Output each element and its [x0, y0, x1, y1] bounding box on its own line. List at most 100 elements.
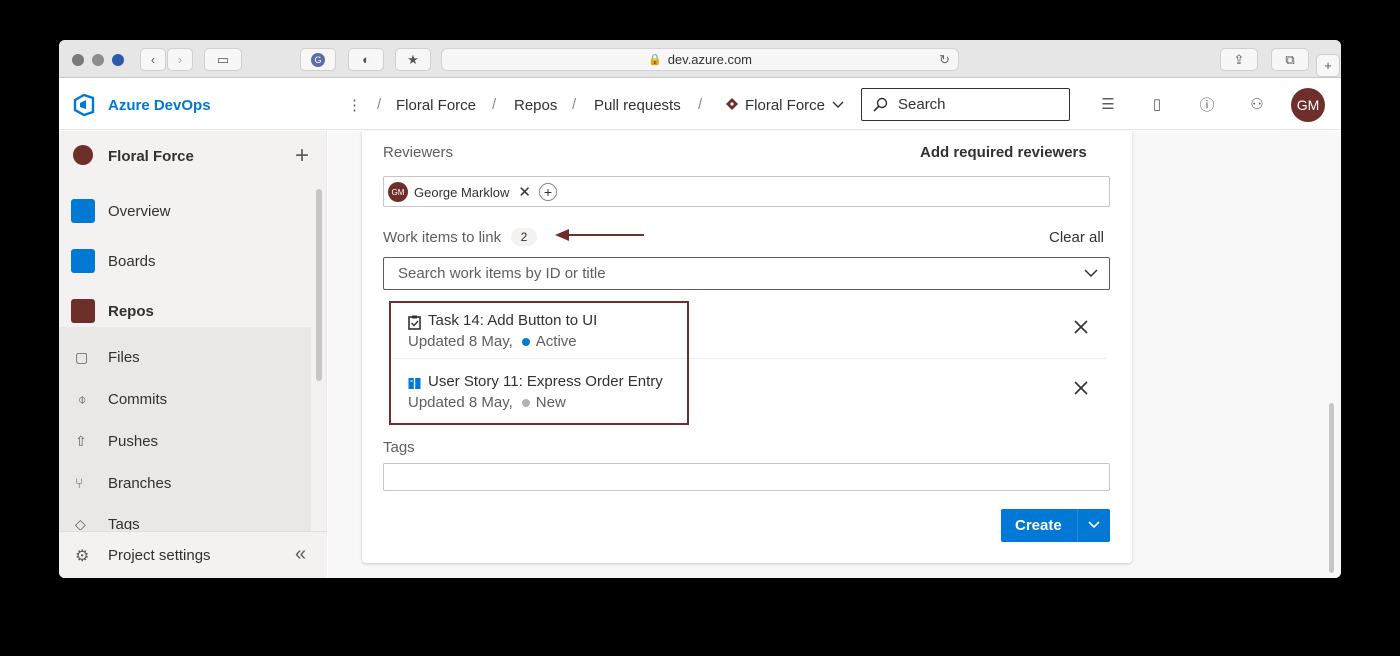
sidebar-item-files[interactable]: ▢ Files [59, 336, 311, 378]
search-icon [873, 97, 888, 112]
create-split-divider [1077, 509, 1078, 542]
sidebar-item-tags[interactable]: ◇ Tags [59, 504, 311, 530]
collapse-sidebar-icon[interactable]: « [295, 543, 306, 566]
address-bar[interactable]: 🔒 dev.azure.com ↻ [441, 48, 959, 71]
chevron-down-icon[interactable] [1083, 265, 1099, 281]
share-icon[interactable]: ⇪ [1220, 48, 1258, 71]
breadcrumb-separator: / [698, 96, 703, 113]
azure-devops-logo-icon[interactable] [73, 94, 95, 116]
tabs-icon[interactable]: ⧉ [1271, 48, 1309, 71]
forward-icon[interactable]: › [167, 48, 193, 71]
sidebar-item-label: Branches [108, 474, 172, 492]
pushes-icon: ⇧ [75, 432, 87, 449]
sidebar-item-pushes[interactable]: ⇧ Pushes [59, 420, 311, 462]
chevron-down-icon[interactable] [832, 100, 844, 110]
breadcrumb-separator: / [492, 96, 497, 113]
grammarly-icon[interactable]: G [300, 48, 336, 71]
breadcrumb-pull-requests[interactable]: Pull requests [594, 97, 681, 114]
brand-title[interactable]: Azure DevOps [108, 97, 211, 114]
add-icon[interactable]: + [295, 142, 309, 170]
url-text: dev.azure.com [667, 52, 752, 67]
remove-reviewer-icon[interactable]: ✕ [518, 183, 531, 201]
work-items-label: Work items to link [383, 229, 502, 246]
files-icon: ▢ [75, 348, 89, 365]
breadcrumb-repos[interactable]: Repos [514, 97, 557, 114]
minimize-window-button[interactable] [92, 54, 104, 66]
sidebar: Floral Force + Overview Boards Repos ▢ F… [59, 131, 327, 578]
reload-icon[interactable]: ↻ [939, 52, 950, 68]
add-required-reviewers-link[interactable]: Add required reviewers [920, 144, 1087, 161]
work-items-search-dropdown[interactable]: Search work items by ID or title [383, 257, 1110, 290]
star-icon[interactable]: ★ [395, 48, 431, 71]
breadcrumb-project[interactable]: Floral Force [396, 97, 476, 114]
create-pr-form: Reviewers Add required reviewers GM Geor… [362, 131, 1132, 563]
project-avatar [73, 145, 93, 165]
marketplace-icon[interactable]: ▯ [1147, 94, 1167, 114]
sidebar-item-boards[interactable]: Boards [59, 236, 311, 286]
repo-selector[interactable]: Floral Force [745, 97, 825, 114]
reviewer-avatar: GM [388, 182, 408, 202]
help-icon[interactable]: ⓘ [1197, 94, 1217, 114]
sidebar-item-repos[interactable]: Repos [59, 286, 311, 336]
project-header[interactable]: Floral Force + [59, 131, 327, 179]
gear-icon: ⚙ [75, 548, 90, 565]
shield-icon[interactable]: ◐ [348, 48, 384, 71]
chevron-down-icon[interactable] [1087, 518, 1101, 532]
sidebar-item-label: Repos [108, 302, 154, 320]
reviewers-label: Reviewers [383, 144, 454, 161]
project-settings-label: Project settings [108, 547, 211, 564]
main-content: Reviewers Add required reviewers GM Geor… [328, 131, 1341, 578]
sidebar-item-branches[interactable]: ⑂ Branches [59, 462, 311, 504]
project-name: Floral Force [108, 148, 194, 165]
breadcrumb-separator: / [572, 96, 577, 113]
repos-icon [71, 299, 95, 323]
work-items-search-placeholder: Search work items by ID or title [398, 265, 606, 282]
reviewer-name: George Marklow [414, 184, 510, 200]
add-reviewer-icon[interactable]: + [538, 183, 557, 201]
sidebar-icon[interactable]: ▭ [204, 48, 242, 71]
create-button[interactable]: Create [1001, 509, 1110, 542]
sidebar-item-overview[interactable]: Overview [59, 186, 311, 236]
browser-toolbar: ‹ › ▭ G ◐ ★ 🔒 dev.azure.com ↻ ⇪ ⧉ + [59, 40, 1341, 78]
sidebar-item-label: Tags [108, 516, 140, 530]
remove-work-item-icon[interactable] [1073, 380, 1089, 396]
overview-icon [71, 199, 95, 223]
sidebar-item-label: Overview [108, 202, 171, 220]
sidebar-item-label: Boards [108, 252, 156, 270]
more-icon[interactable]: ⋮ [347, 96, 362, 114]
remove-work-item-icon[interactable] [1073, 319, 1089, 335]
user-avatar[interactable]: GM [1291, 88, 1325, 122]
tags-label: Tags [383, 439, 415, 456]
annotation-highlight-box [389, 301, 689, 425]
branches-icon: ⑂ [75, 475, 84, 491]
task-list-icon[interactable]: ☰ [1098, 94, 1118, 114]
reviewer-chip: GM George Marklow ✕ + [388, 181, 557, 203]
project-settings[interactable]: ⚙ Project settings « [59, 531, 327, 578]
work-items-count-badge: 2 [511, 228, 537, 246]
sidebar-item-label: Files [108, 348, 140, 366]
search-input[interactable]: Search [861, 88, 1070, 121]
sidebar-item-commits[interactable]: ⌽ Commits [59, 378, 311, 420]
create-label: Create [1015, 517, 1062, 534]
app-header: Azure DevOps ⋮ / Floral Force / Repos / … [59, 78, 1341, 130]
close-window-button[interactable] [72, 54, 84, 66]
reviewers-field[interactable]: GM George Marklow ✕ + [383, 176, 1110, 207]
new-tab-icon[interactable]: + [1316, 54, 1340, 77]
back-icon[interactable]: ‹ [140, 48, 166, 71]
annotation-arrow [555, 229, 644, 241]
boards-icon [71, 249, 95, 273]
user-settings-icon[interactable]: ⚇ [1247, 94, 1267, 114]
clear-all-link[interactable]: Clear all [1049, 229, 1104, 246]
sidebar-item-label: Commits [108, 390, 168, 408]
tags-input[interactable] [383, 463, 1110, 491]
browser-window: ‹ › ▭ G ◐ ★ 🔒 dev.azure.com ↻ ⇪ ⧉ + Azur… [59, 40, 1341, 578]
lock-icon: 🔒 [648, 54, 662, 66]
tags-icon: ◇ [75, 516, 86, 530]
commits-icon: ⌽ [78, 390, 87, 407]
breadcrumb-separator: / [377, 96, 382, 113]
sidebar-scrollbar[interactable] [316, 189, 322, 381]
zoom-window-button[interactable] [112, 54, 124, 66]
sidebar-item-label: Pushes [108, 432, 159, 450]
main-scrollbar[interactable] [1329, 403, 1334, 573]
search-placeholder: Search [898, 96, 946, 113]
